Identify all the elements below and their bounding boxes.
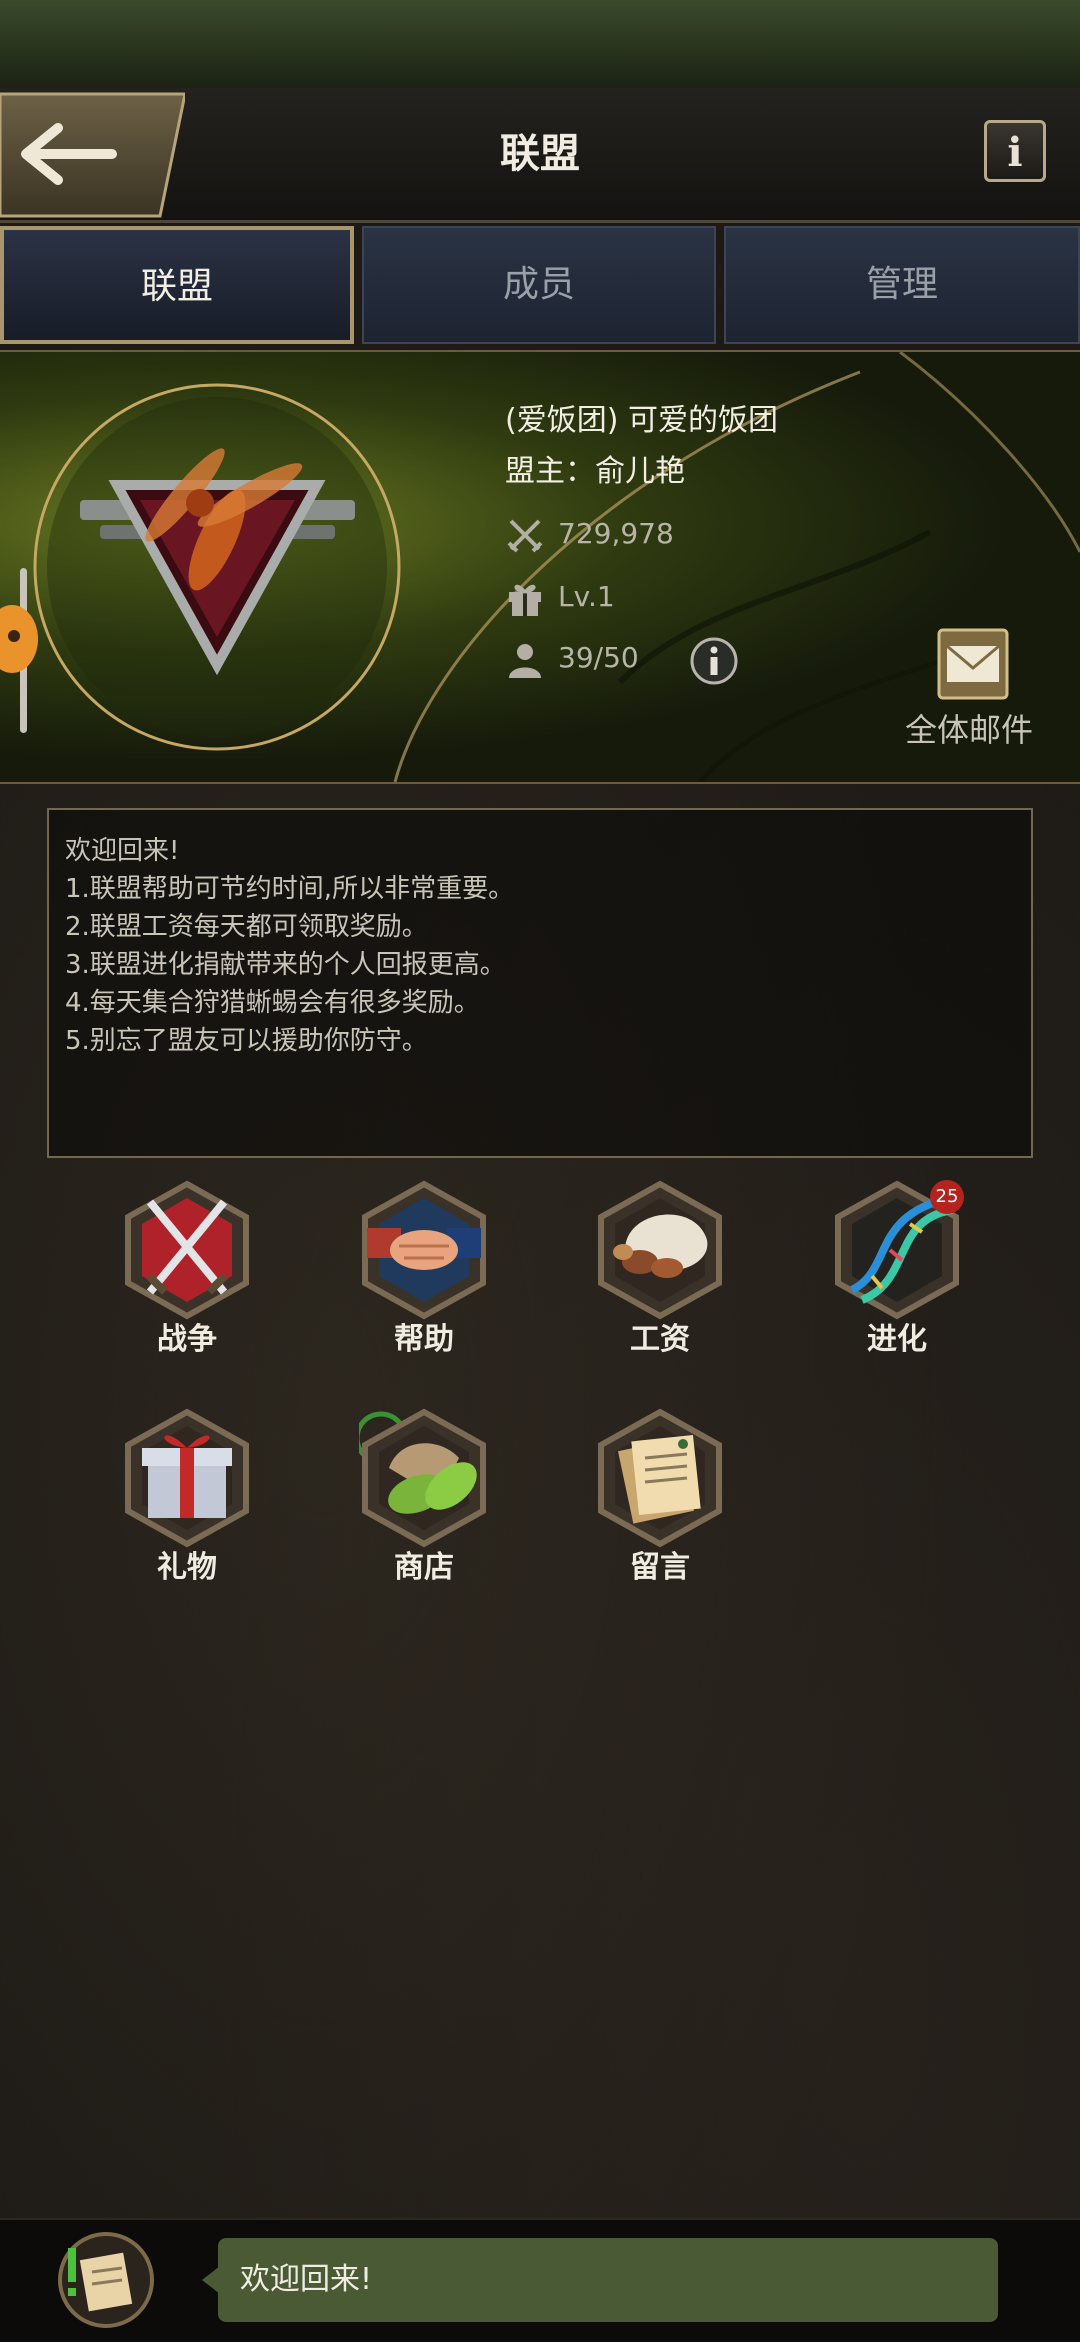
chat-notes-avatar[interactable] (54, 2228, 158, 2332)
notes-icon (598, 1408, 722, 1548)
notice-line: 5.别忘了盟友可以援助你防守。 (65, 1026, 428, 1056)
mass-mail-button[interactable] (937, 628, 1009, 700)
notice-line: 1.联盟帮助可节约时间,所以非常重要。 (65, 874, 515, 904)
tab-alliance[interactable]: 联盟 (0, 226, 354, 344)
alliance-leader: 盟主：俞儿艳 (505, 454, 685, 489)
tab-manage[interactable]: 管理 (724, 226, 1080, 344)
notice-line: 3.联盟进化捐献带来的个人回报更高。 (65, 950, 506, 980)
members-person-icon (509, 644, 541, 678)
food-rations-icon (598, 1180, 722, 1320)
gift-box-icon (125, 1408, 249, 1548)
gift-label: 礼物 (157, 1550, 217, 1585)
gift-level-icon (509, 584, 541, 616)
mass-mail-label[interactable]: 全体邮件 (905, 705, 1033, 751)
power-swords-icon (507, 519, 543, 553)
tab-bar: 联盟 成员 管理 (0, 226, 1080, 344)
alliance-name: (爱饭团) 可爱的饭团 (505, 403, 778, 438)
gift-button[interactable]: 礼物 (102, 1408, 272, 1585)
help-label: 帮助 (394, 1322, 454, 1357)
chat-notes-icon (58, 2232, 154, 2328)
alliance-emblem[interactable] (25, 375, 410, 760)
alliance-members: 39/50 (558, 641, 639, 674)
side-mascot-icon[interactable] (0, 600, 40, 678)
message-board-button[interactable]: 留言 (575, 1408, 745, 1585)
notice-line: 4.每天集合狩猎蜥蜴会有很多奖励。 (65, 988, 480, 1018)
evolution-count-badge: 25 (930, 1180, 964, 1214)
handshake-icon (362, 1180, 486, 1320)
war-button[interactable]: 战争 (102, 1180, 272, 1357)
leaf-shop-icon (359, 1408, 486, 1548)
alliance-power: 729,978 (558, 517, 674, 550)
shop-button[interactable]: 商店 (339, 1408, 509, 1585)
notice-line: 欢迎回来! (65, 836, 180, 866)
member-info-icon[interactable] (690, 637, 738, 685)
war-label: 战争 (157, 1322, 217, 1357)
shop-label: 商店 (394, 1550, 454, 1585)
envelope-icon (937, 628, 1009, 700)
alliance-level: Lv.1 (558, 580, 615, 613)
evolution-button[interactable]: 25 进化 (812, 1180, 982, 1357)
tab-members[interactable]: 成员 (362, 226, 716, 344)
notice-line: 2.联盟工资每天都可领取奖励。 (65, 912, 428, 942)
evolution-label: 进化 (867, 1322, 927, 1357)
chat-message-text: 欢迎回来! (240, 2262, 373, 2297)
alliance-notice-board: 欢迎回来! 1.联盟帮助可节约时间,所以非常重要。 2.联盟工资每天都可领取奖励… (47, 808, 1033, 1158)
info-button[interactable]: i (984, 120, 1046, 182)
game-background-strip (0, 0, 1080, 88)
salary-button[interactable]: 工资 (575, 1180, 745, 1357)
salary-label: 工资 (630, 1322, 690, 1357)
help-button[interactable]: 帮助 (339, 1180, 509, 1357)
crossed-swords-icon (125, 1180, 249, 1320)
message-board-label: 留言 (630, 1550, 690, 1585)
page-title: 联盟 (500, 131, 580, 177)
